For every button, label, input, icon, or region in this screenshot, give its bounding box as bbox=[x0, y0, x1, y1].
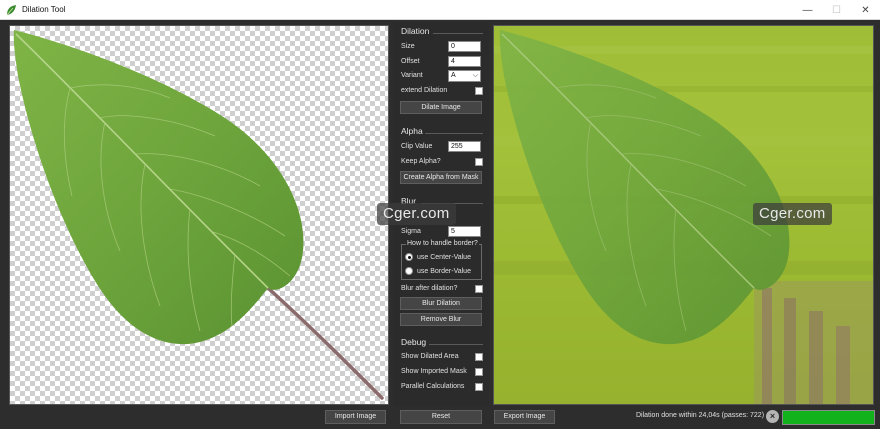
offset-label: Offset bbox=[401, 58, 420, 65]
keep-alpha-checkbox[interactable] bbox=[475, 158, 483, 166]
parallel-calculations-checkbox[interactable] bbox=[475, 383, 483, 391]
border-value-radio[interactable] bbox=[405, 267, 413, 275]
blur-after-dilation-checkbox[interactable] bbox=[475, 285, 483, 293]
dilation-section-title: Dilation bbox=[401, 26, 430, 36]
remove-blur-button[interactable]: Remove Blur bbox=[400, 313, 482, 326]
debug-section-title: Debug bbox=[401, 337, 427, 347]
source-image-panel[interactable] bbox=[9, 25, 389, 405]
alpha-divider bbox=[425, 133, 483, 134]
chevron-down-icon: ⌵ bbox=[472, 72, 478, 79]
clip-value-label: Clip Value bbox=[401, 143, 433, 150]
minimize-button[interactable]: — bbox=[793, 0, 822, 20]
parallel-calculations-label: Parallel Calculations bbox=[401, 383, 465, 390]
size-input[interactable]: 0 bbox=[448, 41, 481, 52]
blur-after-dilation-label: Blur after dilation? bbox=[401, 285, 458, 292]
import-image-button[interactable]: Import Image bbox=[325, 410, 386, 424]
border-value-option[interactable]: use Border-Value bbox=[405, 267, 471, 275]
center-value-radio[interactable] bbox=[405, 253, 413, 261]
sigma-input[interactable]: 5 bbox=[448, 226, 481, 237]
clip-value-input[interactable]: 255 bbox=[448, 141, 481, 152]
show-dilated-area-label: Show Dilated Area bbox=[401, 353, 459, 360]
watermark-right: Cger.com bbox=[753, 203, 832, 225]
export-image-button[interactable]: Export Image bbox=[494, 410, 555, 424]
center-value-option[interactable]: use Center-Value bbox=[405, 253, 471, 261]
title-bar: Dilation Tool — ☐ ✕ bbox=[0, 0, 880, 20]
center-value-label: use Center-Value bbox=[417, 253, 471, 261]
bottom-bar: Import Image Reset Export Image Dilation… bbox=[0, 406, 880, 429]
progress-fill bbox=[783, 411, 874, 424]
show-imported-mask-checkbox[interactable] bbox=[475, 368, 483, 376]
maximize-button[interactable]: ☐ bbox=[822, 0, 851, 20]
window-title: Dilation Tool bbox=[22, 5, 66, 14]
dilation-divider bbox=[433, 33, 483, 34]
leaf-app-icon bbox=[6, 4, 16, 15]
extend-dilation-checkbox[interactable] bbox=[475, 87, 483, 95]
border-value-label: use Border-Value bbox=[417, 267, 471, 275]
cancel-icon[interactable]: × bbox=[766, 410, 779, 423]
watermark-left: Cger.com bbox=[377, 203, 456, 225]
extend-dilation-label: extend Dilation bbox=[401, 87, 448, 94]
dilate-image-button[interactable]: Dilate Image bbox=[400, 101, 482, 114]
create-alpha-button[interactable]: Create Alpha from Mask bbox=[400, 171, 482, 184]
variant-select[interactable]: A ⌵ bbox=[448, 70, 481, 82]
close-button[interactable]: ✕ bbox=[851, 0, 880, 20]
size-label: Size bbox=[401, 43, 415, 50]
status-text: Dilation done within 24,04s (passes: 722… bbox=[636, 412, 765, 419]
show-imported-mask-label: Show Imported Mask bbox=[401, 368, 467, 375]
border-handling-group: How to handle border? use Center-Value u… bbox=[401, 240, 482, 280]
window-controls: — ☐ ✕ bbox=[793, 0, 880, 20]
variant-selected-value: A bbox=[451, 72, 456, 79]
source-leaf-image bbox=[13, 30, 384, 400]
variant-label: Variant bbox=[401, 72, 423, 79]
border-handling-title: How to handle border? bbox=[406, 240, 479, 247]
offset-input[interactable]: 4 bbox=[448, 56, 481, 67]
alpha-section-title: Alpha bbox=[401, 126, 423, 136]
sigma-label: Sigma bbox=[401, 228, 421, 235]
debug-divider bbox=[429, 344, 483, 345]
blur-dilation-button[interactable]: Blur Dilation bbox=[400, 297, 482, 310]
reset-button[interactable]: Reset bbox=[400, 410, 482, 424]
show-dilated-area-checkbox[interactable] bbox=[475, 353, 483, 361]
keep-alpha-label: Keep Alpha? bbox=[401, 158, 441, 165]
progress-bar bbox=[782, 410, 875, 425]
